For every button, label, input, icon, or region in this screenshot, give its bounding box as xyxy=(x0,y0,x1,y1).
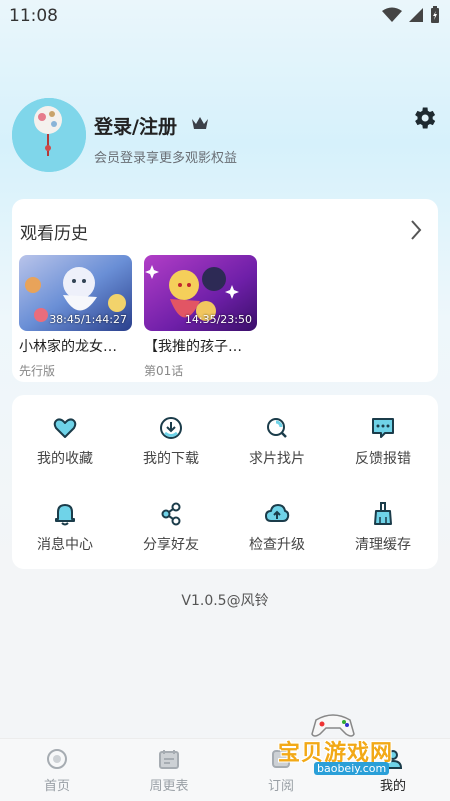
tab-home[interactable]: 首页 xyxy=(12,747,102,794)
wifi-icon xyxy=(382,7,402,22)
feedback-icon xyxy=(372,418,394,438)
search-film-icon xyxy=(267,418,287,438)
request-film-button[interactable]: 求片找片 xyxy=(224,415,330,468)
menu-label: 反馈报错 xyxy=(355,451,411,467)
crown-icon xyxy=(192,117,208,129)
function-grid-card: 我的收藏 我的下载 求片找片 反馈报错 消息中心 分享好友 检查升级 清理缓存 xyxy=(12,395,438,569)
tab-label: 首页 xyxy=(43,779,70,794)
download-icon xyxy=(160,417,182,439)
history-item[interactable]: 14:35/23:50 【我推的孩子… 第01话 xyxy=(144,255,257,379)
watch-history-card: 观看历史 38:45/1:44:27 小林家的龙女… 先行版 14:35/23:… xyxy=(12,199,438,382)
avatar[interactable] xyxy=(12,98,86,172)
calendar-icon xyxy=(159,750,179,769)
broom-icon xyxy=(374,502,392,525)
video-title: 小林家的龙女… xyxy=(19,339,117,355)
downloads-button[interactable]: 我的下载 xyxy=(118,415,224,468)
video-title: 【我推的孩子… xyxy=(144,339,242,355)
favorites-button[interactable]: 我的收藏 xyxy=(12,415,118,468)
share-icon xyxy=(161,502,181,526)
clear-cache-button[interactable]: 清理缓存 xyxy=(330,501,436,554)
video-subtitle: 先行版 xyxy=(19,364,56,378)
menu-label: 求片找片 xyxy=(249,451,305,467)
video-subtitle: 第01话 xyxy=(144,364,184,378)
battery-icon xyxy=(431,6,439,23)
avatar-image xyxy=(12,98,86,172)
menu-label: 检查升级 xyxy=(249,537,305,553)
video-thumbnail: 14:35/23:50 xyxy=(144,255,257,331)
status-bar: 11:08 xyxy=(0,0,450,32)
share-button[interactable]: 分享好友 xyxy=(118,501,224,554)
version-text: V1.0.5@风铃 xyxy=(181,593,269,609)
history-item[interactable]: 38:45/1:44:27 小林家的龙女… 先行版 xyxy=(19,255,132,379)
cloud-upload-icon xyxy=(265,504,290,522)
tab-label: 周更表 xyxy=(149,779,189,794)
menu-label: 消息中心 xyxy=(37,537,93,553)
watermark-url: baobeiy.com xyxy=(314,762,390,775)
profile-header: 登录/注册 会员登录享更多观影权益 xyxy=(12,98,438,178)
bell-icon xyxy=(55,504,75,526)
home-icon xyxy=(47,749,67,769)
menu-label: 我的收藏 xyxy=(37,451,93,467)
check-update-button[interactable]: 检查升级 xyxy=(224,501,330,554)
video-thumbnail: 38:45/1:44:27 xyxy=(19,255,132,331)
feedback-button[interactable]: 反馈报错 xyxy=(330,415,436,468)
signal-icon xyxy=(409,8,423,22)
menu-label: 我的下载 xyxy=(143,451,199,467)
gear-icon[interactable] xyxy=(410,104,438,132)
watermark: 宝贝游戏网 baobeiy.com xyxy=(268,708,396,778)
message-center-button[interactable]: 消息中心 xyxy=(12,501,118,554)
menu-label: 分享好友 xyxy=(143,537,199,553)
menu-label: 清理缓存 xyxy=(355,537,411,553)
heart-icon xyxy=(53,418,77,438)
login-register-link[interactable]: 登录/注册 xyxy=(94,112,177,139)
status-time: 11:08 xyxy=(9,6,58,26)
watch-progress: 14:35/23:50 xyxy=(184,313,252,326)
member-benefit-text: 会员登录享更多观影权益 xyxy=(94,151,238,166)
watch-history-title: 观看历史 xyxy=(20,224,88,244)
watch-progress: 38:45/1:44:27 xyxy=(49,313,127,326)
tab-weekly-schedule[interactable]: 周更表 xyxy=(124,747,214,794)
chevron-right-icon[interactable] xyxy=(410,219,422,241)
status-icons xyxy=(382,6,440,24)
